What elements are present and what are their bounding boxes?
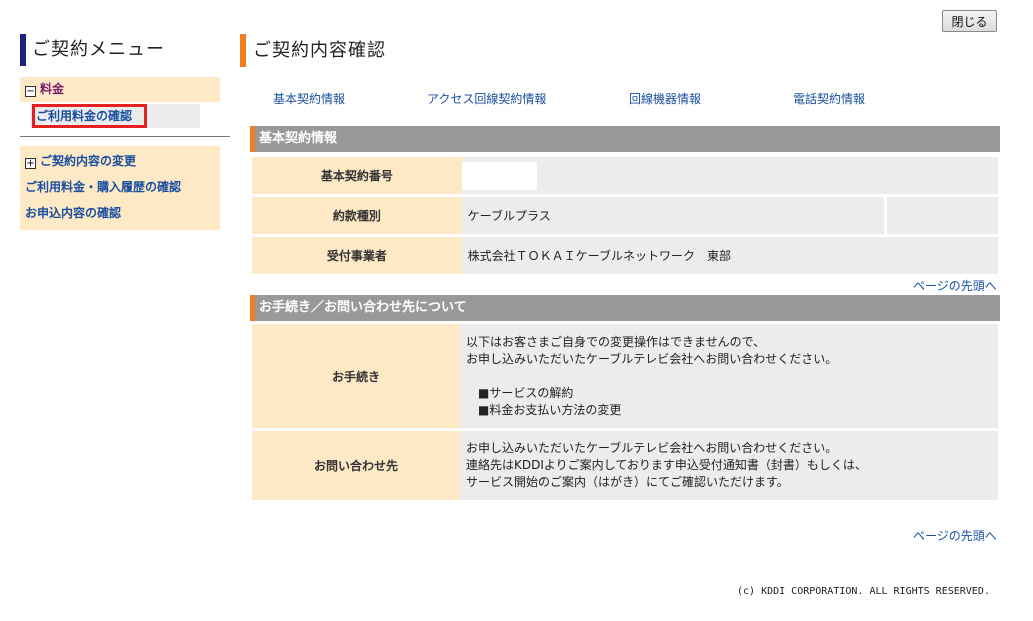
expand-icon[interactable]: + bbox=[25, 158, 36, 169]
sidebar-item-fee-check-label[interactable]: ご利用料金の確認 bbox=[32, 104, 148, 128]
menu-group-other: + ご契約内容の変更 ご利用料金・購入履歴の確認 お申込内容の確認 bbox=[20, 146, 220, 230]
contact-text-line: 連絡先はKDDIよりご案内しております申込受付通知書（封書）もしくは、 bbox=[466, 458, 867, 472]
menu-group-fee: − 料金 ご利用料金の確認 bbox=[20, 77, 220, 129]
sidebar-item-usage-history[interactable]: ご利用料金・購入履歴の確認 bbox=[20, 174, 220, 200]
procedure-bullet: ■サービスの解約 bbox=[478, 385, 574, 400]
row-label: 約款種別 bbox=[252, 197, 462, 234]
row-value: 株式会社ＴＯＫＡＩケーブルネットワーク 東部 bbox=[461, 237, 998, 274]
procedure-text-line: お申し込みいただいたケーブルテレビ会社へお問い合わせください。 bbox=[466, 351, 838, 366]
main-content: ご契約内容確認 基本契約情報 アクセス回線契約情報 回線機器情報 電話契約情報 … bbox=[240, 34, 1000, 543]
table-row: 基本契約番号 bbox=[252, 157, 998, 194]
sidebar-divider bbox=[20, 136, 230, 137]
table-row: お手続き 以下はお客さまご自身での変更操作はできませんので、 お申し込みいただい… bbox=[252, 324, 998, 428]
collapse-icon[interactable]: − bbox=[25, 86, 36, 97]
sidebar: ご契約メニュー − 料金 ご利用料金の確認 + ご契約内容の変更 ご利用料金・購入履… bbox=[20, 34, 230, 230]
row-value-extra bbox=[887, 197, 998, 234]
nav-link-basic-contract[interactable]: 基本契約情報 bbox=[273, 90, 345, 107]
contract-number-value bbox=[461, 161, 537, 190]
sidebar-item-fee-check[interactable]: ご利用料金の確認 bbox=[30, 104, 200, 128]
sidebar-item-contract-change[interactable]: + ご契約内容の変更 bbox=[20, 148, 220, 174]
row-label: 基本契約番号 bbox=[252, 157, 462, 194]
sidebar-item-contract-change-label[interactable]: ご契約内容の変更 bbox=[40, 154, 136, 168]
basic-info-table: 基本契約番号 約款種別 ケーブルプラス 受付事業者 株式会社ＴＯＫＡＩケーブルネ… bbox=[252, 154, 998, 277]
row-value: お申し込みいただいたケーブルテレビ会社へお問い合わせください。 連絡先はKDDI… bbox=[460, 431, 998, 500]
page-title: ご契約内容確認 bbox=[240, 34, 1000, 67]
section-header-procedures: お手続き／お問い合わせ先について bbox=[250, 295, 1000, 321]
table-row: 受付事業者 株式会社ＴＯＫＡＩケーブルネットワーク 東部 bbox=[252, 237, 998, 274]
table-row: 約款種別 ケーブルプラス bbox=[252, 197, 998, 234]
menu-group-fee-header[interactable]: − 料金 bbox=[20, 77, 220, 102]
procedures-table: お手続き 以下はお客さまご自身での変更操作はできませんので、 お申し込みいただい… bbox=[252, 321, 998, 503]
sidebar-item-application-check[interactable]: お申込内容の確認 bbox=[20, 200, 220, 226]
row-value: ケーブルプラス bbox=[461, 197, 888, 234]
contact-text-line: お申し込みいただいたケーブルテレビ会社へお問い合わせください。 bbox=[466, 441, 838, 455]
page-top-link[interactable]: ページの先頭へ bbox=[913, 277, 997, 294]
nav-link-line-equipment[interactable]: 回線機器情報 bbox=[629, 90, 701, 107]
contact-text-line: サービス開始のご案内（はがき）にてご確認いただけます。 bbox=[466, 475, 789, 489]
page-top-link-bottom[interactable]: ページの先頭へ bbox=[913, 527, 997, 544]
menu-subitems: ご利用料金の確認 bbox=[20, 102, 220, 129]
table-row: お問い合わせ先 お申し込みいただいたケーブルテレビ会社へお問い合わせください。 … bbox=[252, 431, 998, 500]
sidebar-title: ご契約メニュー bbox=[20, 34, 220, 66]
menu-group-fee-label: 料金 bbox=[40, 82, 65, 96]
row-label: お手続き bbox=[252, 324, 460, 428]
row-label: 受付事業者 bbox=[252, 237, 462, 274]
row-label: お問い合わせ先 bbox=[252, 431, 460, 500]
nav-link-access-line[interactable]: アクセス回線契約情報 bbox=[427, 90, 546, 107]
procedure-bullet: ■料金お支払い方法の変更 bbox=[478, 402, 622, 417]
close-button[interactable]: 閉じる bbox=[942, 10, 997, 32]
nav-link-phone-contract[interactable]: 電話契約情報 bbox=[793, 90, 865, 107]
section-nav: 基本契約情報 アクセス回線契約情報 回線機器情報 電話契約情報 bbox=[240, 90, 1000, 106]
row-value bbox=[461, 157, 998, 194]
procedure-text-line: 以下はお客さまご自身での変更操作はできませんので、 bbox=[466, 334, 766, 349]
copyright: (c) KDDI CORPORATION. ALL RIGHTS RESERVE… bbox=[737, 586, 990, 597]
row-value: 以下はお客さまご自身での変更操作はできませんので、 お申し込みいただいたケーブル… bbox=[460, 324, 998, 428]
section-header-basic: 基本契約情報 bbox=[250, 126, 1000, 152]
